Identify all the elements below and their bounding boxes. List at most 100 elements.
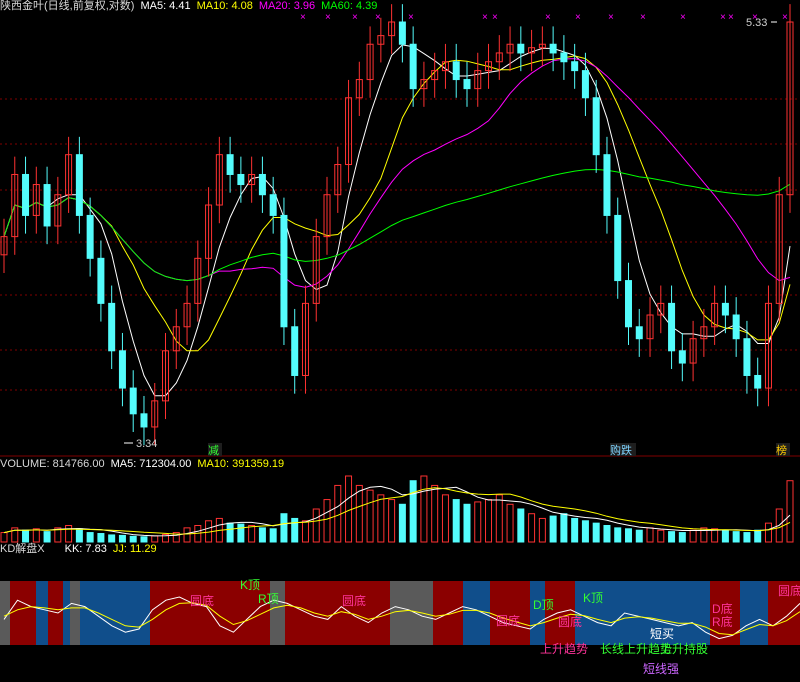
- top-marker-5: ×: [482, 12, 488, 23]
- volume-bar-9: [97, 533, 105, 543]
- candle-body-25: [269, 194, 277, 216]
- volume-bar-4: [43, 531, 51, 543]
- price-title: 陕西金叶(日线,前复权,对数): [0, 0, 135, 12]
- kd-band-6: [80, 581, 150, 645]
- candle-body-59: [635, 326, 643, 340]
- volume-bar-54: [581, 520, 589, 543]
- candle-body-38: [409, 43, 417, 90]
- kd-band-19: [740, 581, 768, 645]
- volume-ma10: MA10: 391359.19: [197, 458, 285, 470]
- top-marker-13: ×: [728, 12, 734, 23]
- kd-label-10: 上升持股: [660, 641, 708, 656]
- volume-bar-59: [635, 529, 643, 543]
- volume-bar-42: [452, 499, 460, 543]
- kd-band-9: [285, 581, 300, 645]
- volume-bar-38: [409, 480, 417, 543]
- volume-bar-36: [388, 499, 396, 543]
- volume-bar-52: [560, 513, 568, 543]
- volume-bar-66: [711, 528, 719, 543]
- volume-bar-7: [75, 528, 83, 543]
- volume-bar-64: [689, 529, 697, 543]
- kd-band-4: [63, 581, 70, 645]
- volume-bar-48: [517, 508, 525, 543]
- volume-bar-40: [431, 484, 439, 543]
- volume-bar-33: [355, 484, 363, 543]
- price-grid: [0, 98, 800, 457]
- candle-body-54: [581, 70, 589, 99]
- volume-bar-62: [668, 531, 676, 543]
- price-chart[interactable]: × × × × × × × × × × × × × × × × 5.33 3.34 减 购跌 榜: [0, 0, 800, 460]
- candle-body-4: [43, 184, 51, 227]
- kd-label-12: 短线强: [643, 662, 679, 676]
- kd-band-11: [390, 581, 433, 645]
- volume-bar-60: [646, 527, 654, 543]
- volume-bar-3: [32, 528, 40, 543]
- volume-bar-50: [538, 517, 546, 543]
- volume-bar-24: [258, 527, 266, 543]
- volume-bar-8: [86, 532, 94, 543]
- kd-label-3: 圆底: [342, 593, 366, 608]
- ma20-value: MA20: 3.96: [258, 0, 316, 12]
- kd-band-16: [545, 581, 575, 645]
- top-marker-11: ×: [680, 12, 686, 23]
- candle-body-24: [258, 173, 266, 196]
- top-marker-3: ×: [375, 12, 381, 23]
- kd-kk: KK: 7.83: [64, 543, 107, 555]
- volume-bar-41: [441, 494, 449, 543]
- candle-body-62: [668, 302, 676, 352]
- volume-bar-30: [323, 499, 331, 543]
- top-marker-1: ×: [325, 12, 331, 23]
- candle-body-55: [592, 97, 600, 156]
- volume-bar-12: [129, 535, 137, 543]
- volume-bar-58: [624, 528, 632, 543]
- top-marker-4: ×: [408, 12, 414, 23]
- kd-label-6: 圆底: [558, 614, 582, 629]
- low-price-label: 3.34: [136, 438, 157, 450]
- candle-body-53: [571, 61, 579, 72]
- ma5-value: MA5: 4.41: [140, 0, 191, 12]
- candle-body-67: [721, 302, 729, 316]
- candle-body-58: [624, 280, 632, 328]
- kd-label-7: K顶: [583, 591, 603, 605]
- volume-bar-55: [592, 522, 600, 543]
- kd-jj: JJ: 11.29: [112, 543, 157, 555]
- volume-bar-51: [549, 515, 557, 543]
- volume-bar-45: [485, 499, 493, 543]
- kd-label-11: 短买: [650, 627, 674, 641]
- ma60-line: [3, 168, 791, 282]
- ma60-value: MA60: 4.39: [321, 0, 378, 12]
- volume-bar-39: [420, 475, 428, 543]
- candle-body-63: [678, 350, 686, 364]
- kd-band-15: [530, 581, 545, 645]
- volume-bar-26: [280, 513, 288, 543]
- volume-bar-46: [495, 494, 503, 543]
- volume-ma5: MA5: 712304.00: [110, 458, 192, 470]
- volume-bar-22: [237, 523, 245, 543]
- kd-band-14: [490, 581, 530, 645]
- kd-label-5: 圆底: [496, 613, 520, 628]
- volume-bar-57: [614, 527, 622, 543]
- volume-bar-11: [118, 534, 126, 543]
- volume-ma5-line: [3, 485, 791, 537]
- kd-label-8: 上升趋势: [540, 642, 588, 656]
- volume-bar-53: [571, 517, 579, 543]
- signal-label-2: 购跌: [610, 443, 632, 457]
- kd-chart[interactable]: 圆底K顶R顶 圆底 D顶圆底 圆底K顶上升趋势 长线上升趋势上升持股短买短线强D底R底圆…: [0, 555, 800, 682]
- candle-body-56: [603, 154, 611, 216]
- candle-body-52: [560, 52, 568, 63]
- volume-bar-43: [463, 503, 471, 543]
- volume-bar-23: [248, 525, 256, 543]
- price-top-markers: × × × × × × × × × × × × × × × ×: [300, 12, 788, 23]
- candle-body-21: [226, 154, 234, 175]
- price-header: 陕西金叶(日线,前复权,对数) MA5: 4.41 MA10: 4.08 MA20: …: [0, 0, 383, 13]
- volume-bar-69: [743, 532, 751, 543]
- kd-label-15: 圆底: [778, 583, 800, 598]
- top-marker-12: ×: [720, 12, 726, 23]
- volume-bar-34: [366, 489, 374, 543]
- top-marker-10: ×: [640, 12, 646, 23]
- top-marker-8: ×: [575, 12, 581, 23]
- price-candles: [0, 4, 794, 446]
- kd-header: KD解盘X KK: 7.83 JJ: 11.29: [0, 543, 163, 556]
- volume-bar-25: [269, 528, 277, 543]
- kd-band-2: [36, 581, 48, 645]
